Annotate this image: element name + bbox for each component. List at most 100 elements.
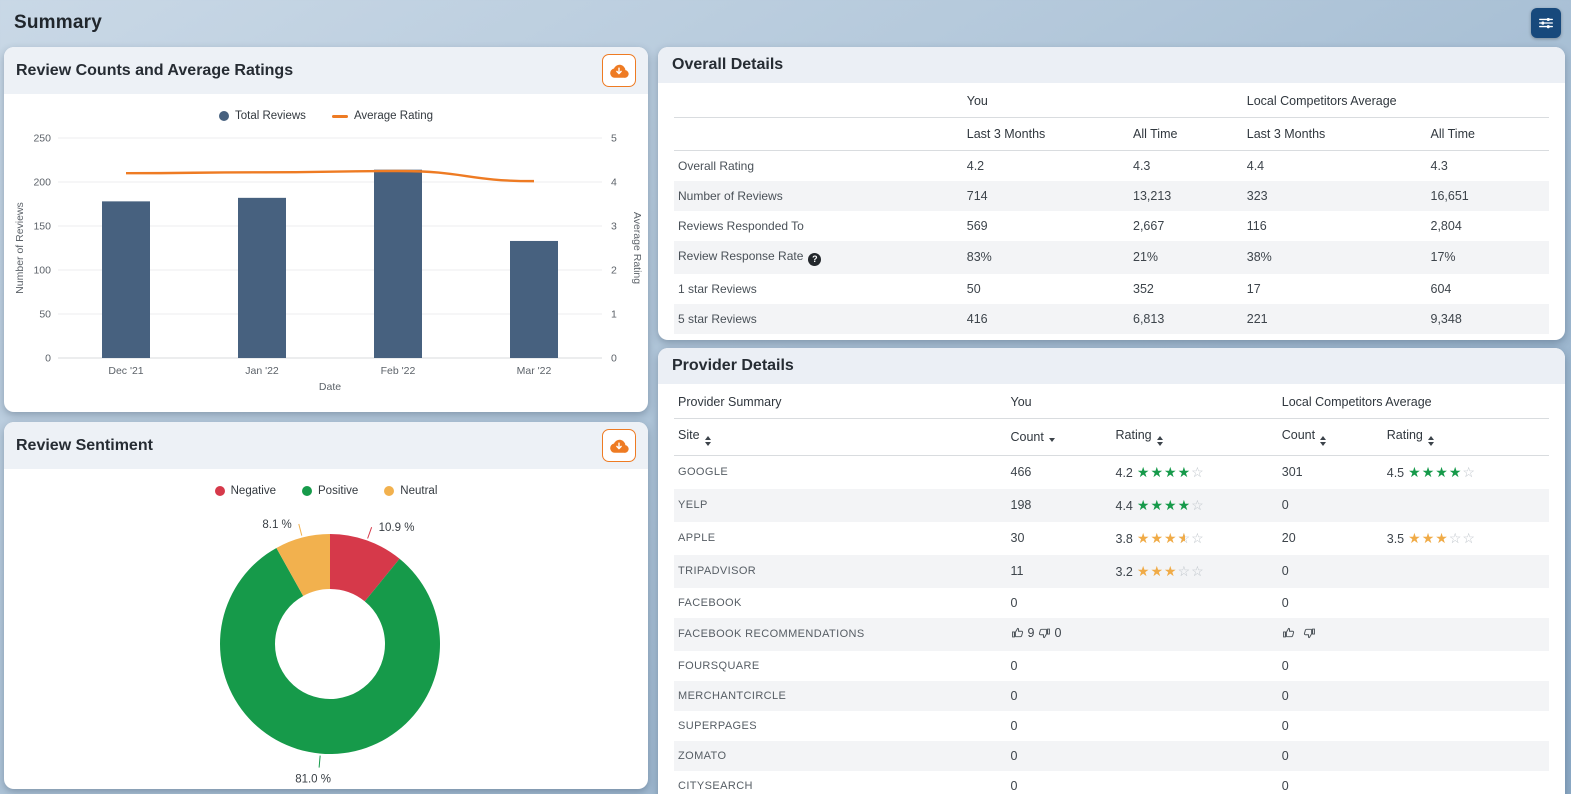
site-name: CITYSEARCH — [678, 779, 753, 792]
cell-value: 4.2 — [966, 159, 985, 173]
settings-button[interactable] — [1531, 7, 1561, 38]
sort-icon — [1427, 435, 1434, 446]
cell-value: 9,348 — [1430, 311, 1462, 326]
cloud-download-icon — [610, 439, 629, 453]
cell-value: 21% — [1133, 250, 1159, 265]
sort-icon — [1048, 437, 1055, 442]
donut-label: 10.9 % — [379, 522, 415, 534]
svg-text:Feb '22: Feb '22 — [381, 365, 416, 377]
download-button[interactable] — [602, 429, 636, 462]
rating-cell: 3.5 ★★★☆☆ — [1383, 522, 1549, 555]
svg-text:150: 150 — [33, 221, 51, 233]
thumbs-counts — [1282, 626, 1319, 640]
reviews-chart: 0 50 100 150 200 250 0 1 2 3 4 5 Dec '21 Jan '22 Feb '… — [14, 133, 642, 394]
provider-details-header: Provider Details — [658, 347, 1565, 384]
chart-bar — [238, 197, 286, 358]
cell-value: 416 — [966, 311, 988, 326]
cell-value: 20 — [1281, 531, 1296, 545]
sort-header-count[interactable]: Count — [1007, 418, 1112, 455]
left-column: Review Counts and Average Ratings Total … — [4, 47, 648, 789]
thumbs-down-icon — [1303, 628, 1315, 638]
cell-value: 2,804 — [1430, 219, 1462, 233]
cell-value: 0 — [1010, 658, 1018, 673]
cell-value: 0 — [1281, 658, 1289, 673]
sort-header-rating[interactable]: Rating — [1112, 418, 1278, 455]
star-rating: ★★★☆☆ — [1408, 529, 1476, 546]
help-icon[interactable]: ? — [808, 252, 822, 266]
chart-line — [125, 169, 535, 183]
sliders-icon — [1539, 17, 1553, 28]
rating-cell: 4.5 ★★★★☆ — [1383, 455, 1549, 489]
legend-marker — [302, 486, 313, 496]
svg-text:100: 100 — [33, 265, 51, 277]
card-title: Overall Details — [672, 56, 784, 73]
cell-value: 0 — [1281, 498, 1289, 512]
svg-text:2: 2 — [611, 265, 617, 277]
cell-value: 0 — [1281, 688, 1289, 703]
col-header: All Time — [1133, 127, 1178, 141]
row-label: 1 star Reviews — [678, 281, 757, 296]
row-label: Overall Rating — [678, 159, 755, 173]
sort-header-rating[interactable]: Rating — [1383, 418, 1549, 455]
site-name: GOOGLE — [678, 466, 729, 478]
topbar: Summary — [0, 0, 1571, 45]
provider-table-body: GOOGLE 466 4.2 ★★★★☆ 301 4.5 ★★★★☆ YELP 198 4.4 ★★… — [674, 455, 1549, 794]
legend-marker — [384, 486, 395, 496]
legend-item-total-reviews[interactable]: Total Reviews — [218, 110, 306, 122]
legend-item-positive[interactable]: Positive — [302, 485, 358, 497]
cell-value: 0 — [1010, 718, 1018, 733]
card-title: Provider Details — [672, 356, 794, 374]
svg-text:4: 4 — [611, 177, 617, 189]
cell-value: 11 — [1010, 564, 1024, 578]
provider-summary-header: Provider Summary — [678, 394, 782, 409]
donut-label: 81.0 % — [295, 774, 331, 786]
chart-bar — [102, 201, 150, 358]
svg-text:Dec '21: Dec '21 — [108, 365, 143, 377]
cell-value: 0 — [1281, 778, 1289, 793]
site-name: SUPERPAGES — [678, 719, 757, 732]
cell-value: 4.3 — [1430, 159, 1448, 173]
sentiment-chart: 10.9 % 81.0 % 8.1 % — [220, 519, 441, 786]
cell-value: 0 — [1281, 748, 1289, 763]
legend-item-average-rating[interactable]: Average Rating — [331, 110, 433, 122]
cell-value: 569 — [966, 219, 988, 233]
table-row: APPLE 30 3.8 ★★★☆ ★ ☆ 20 3.5 ★★★☆☆ — [674, 522, 1549, 555]
svg-text:50: 50 — [39, 309, 51, 321]
rating-value: 4.5 — [1386, 465, 1405, 480]
sort-icon — [704, 435, 711, 446]
site-name: TRIPADVISOR — [678, 565, 757, 577]
rating-value: 3.2 — [1115, 564, 1133, 579]
download-button[interactable] — [602, 54, 636, 87]
chart-bar — [374, 169, 422, 358]
legend-item-negative[interactable]: Negative — [214, 485, 276, 497]
site-name: FACEBOOK RECOMMENDATIONS — [678, 628, 865, 640]
svg-text:200: 200 — [33, 177, 51, 189]
provider-table-wrap[interactable]: Provider Summary You Local Competitors A… — [658, 384, 1565, 794]
site-name: ZOMATO — [678, 749, 727, 762]
cell-value: 116 — [1246, 219, 1267, 233]
thumbs-up-icon — [1011, 627, 1023, 637]
star-rating: ★★★★☆ — [1408, 463, 1476, 480]
provider-table: Provider Summary You Local Competitors A… — [674, 386, 1549, 794]
rating-cell: 4.2 ★★★★☆ — [1112, 455, 1278, 489]
cloud-download-icon — [610, 64, 629, 78]
review-sentiment-card: Review Sentiment Negative Positive Neutral… — [4, 422, 648, 789]
reviews-chart-legend: Total Reviews Average Rating — [4, 106, 648, 126]
svg-text:5: 5 — [611, 133, 617, 145]
cell-value: 38% — [1246, 250, 1272, 265]
star-rating: ★★★☆ ★ ☆ — [1136, 529, 1205, 546]
cell-value: 323 — [1246, 189, 1268, 203]
site-name: YELP — [678, 499, 708, 511]
cell-value: 0 — [1281, 595, 1289, 610]
sort-header-site[interactable]: Site — [674, 418, 1007, 455]
legend-item-neutral[interactable]: Neutral — [384, 485, 437, 497]
group-header-you: You — [1010, 394, 1032, 409]
sort-icon — [1156, 435, 1163, 446]
table-row: MERCHANTCIRCLE 0 0 — [674, 680, 1549, 711]
cell-value: 83% — [966, 250, 992, 265]
table-row: Review Response Rate? 83% 21% 38% 17% — [674, 241, 1549, 274]
card-title: Review Counts and Average Ratings — [16, 61, 294, 79]
sort-header-count[interactable]: Count — [1278, 418, 1383, 455]
svg-text:250: 250 — [33, 133, 51, 145]
table-row: TRIPADVISOR 11 3.2 ★★★☆☆ 0 — [674, 554, 1549, 588]
